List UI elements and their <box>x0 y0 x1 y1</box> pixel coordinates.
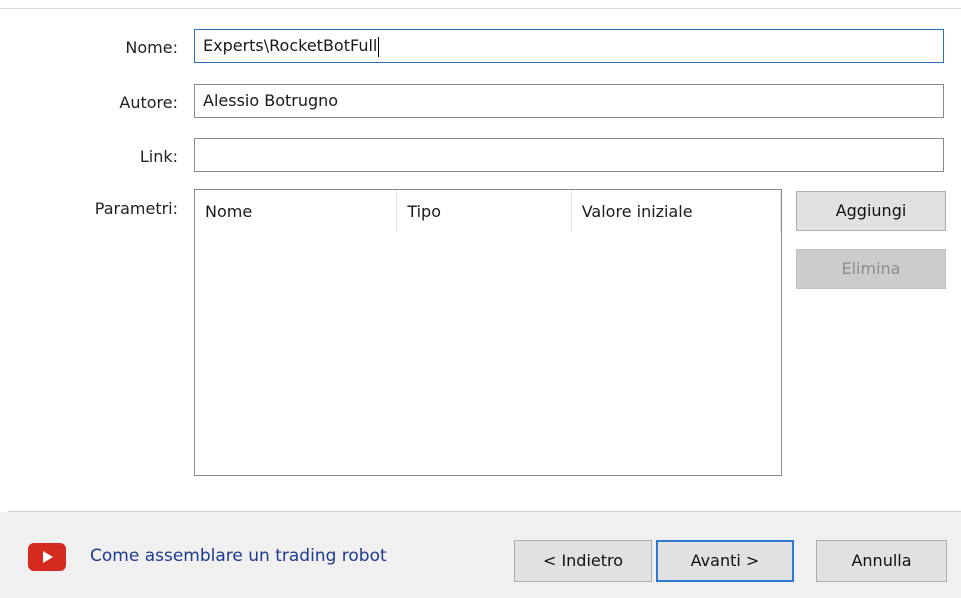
link-field[interactable] <box>194 138 944 172</box>
wizard-dialog: Nome: Experts\RocketBotFull Autore: Ales… <box>0 0 961 598</box>
params-table-header: Nome Tipo Valore iniziale <box>195 190 782 234</box>
text-caret <box>378 36 380 57</box>
column-header-name[interactable]: Nome <box>195 190 398 234</box>
params-label: Parametri: <box>94 199 178 218</box>
author-label: Autore: <box>119 93 178 112</box>
youtube-play-icon[interactable] <box>28 543 66 571</box>
top-edge <box>0 0 961 9</box>
help-video-link[interactable]: Come assemblare un trading robot <box>90 546 387 566</box>
author-field[interactable]: Alessio Botrugno <box>194 84 944 118</box>
name-label: Nome: <box>125 38 178 57</box>
column-header-type[interactable]: Tipo <box>397 190 573 234</box>
params-table[interactable]: Nome Tipo Valore iniziale <box>194 189 782 476</box>
add-button[interactable]: Aggiungi <box>796 191 946 231</box>
next-button[interactable]: Avanti > <box>656 540 794 582</box>
delete-button[interactable]: Elimina <box>796 249 946 289</box>
name-field[interactable]: Experts\RocketBotFull <box>194 29 944 63</box>
footer-bar: Come assemblare un trading robot < Indie… <box>0 512 961 598</box>
column-header-initial-value[interactable]: Valore iniziale <box>572 190 782 234</box>
name-field-value: Experts\RocketBotFull <box>203 36 378 55</box>
cancel-button[interactable]: Annulla <box>816 540 947 582</box>
back-button[interactable]: < Indietro <box>514 540 652 582</box>
author-field-value: Alessio Botrugno <box>203 91 339 110</box>
link-label: Link: <box>139 147 178 166</box>
